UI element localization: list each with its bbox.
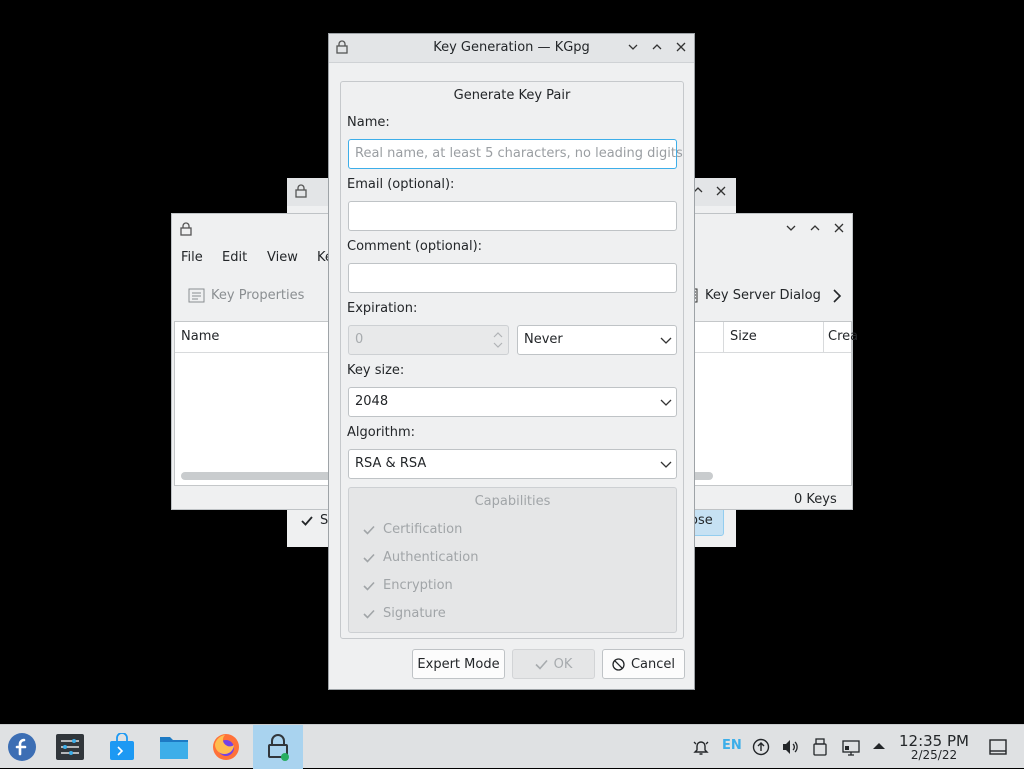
expiration-label: Expiration: <box>347 301 418 316</box>
email-input[interactable] <box>348 201 677 231</box>
algorithm-value: RSA & RSA <box>355 456 427 471</box>
expert-mode-label: Expert Mode <box>417 656 500 672</box>
expiration-value: 0 <box>355 332 364 347</box>
cancel-label: Cancel <box>630 656 676 672</box>
lock-icon <box>267 733 289 761</box>
show-desktop-icon[interactable] <box>989 738 1007 756</box>
menu-edit[interactable]: Edit <box>222 250 247 265</box>
properties-icon <box>188 288 205 303</box>
cancel-button[interactable]: Cancel <box>602 649 685 679</box>
menu-file[interactable]: File <box>181 250 203 265</box>
application-launcher[interactable] <box>0 725 44 769</box>
expiration-unit-value: Never <box>524 332 563 347</box>
key-generation-dialog: Key Generation — KGpg Generate Key Pair … <box>328 33 695 690</box>
key-properties-label: Key Properties <box>211 288 305 303</box>
maximize-icon[interactable] <box>809 222 821 234</box>
spin-arrows-icon <box>493 329 503 351</box>
cancel-icon <box>612 657 625 671</box>
capability-encryption: Encryption <box>363 578 453 593</box>
clock[interactable]: 12:35 PM 2/25/22 <box>894 732 974 762</box>
keyboard-layout-indicator[interactable]: EN <box>722 738 742 753</box>
capabilities-group: Capabilities Certification Authenticatio… <box>348 487 677 633</box>
clock-date: 2/25/22 <box>910 748 958 762</box>
name-label: Name: <box>347 115 390 130</box>
capability-signature: Signature <box>363 606 446 621</box>
key-properties-button[interactable]: Key Properties <box>188 288 304 303</box>
chevron-right-icon[interactable] <box>832 289 842 303</box>
key-server-dialog-button[interactable]: Key Server Dialog <box>689 288 821 303</box>
usb-device-icon[interactable] <box>813 738 827 756</box>
expiration-unit-select[interactable]: Never <box>517 325 677 355</box>
check-icon <box>363 553 375 563</box>
updates-icon[interactable] <box>752 738 770 756</box>
store-bag-icon <box>109 733 135 761</box>
expert-mode-button[interactable]: Expert Mode <box>412 649 505 679</box>
taskbar: EN 12:35 PM 2/25/22 <box>0 724 1024 769</box>
capability-label: Encryption <box>383 578 453 593</box>
algorithm-label: Algorithm: <box>347 425 416 440</box>
name-input[interactable]: Real name, at least 5 characters, no lea… <box>348 139 683 169</box>
capability-label: Signature <box>383 606 446 621</box>
key-size-select[interactable]: 2048 <box>348 387 677 417</box>
check-icon <box>363 609 375 619</box>
ok-button[interactable]: OK <box>512 649 595 679</box>
column-name[interactable]: Name <box>181 329 219 344</box>
capability-certification: Certification <box>363 522 462 537</box>
maximize-icon[interactable] <box>651 41 665 55</box>
capability-label: Certification <box>383 522 463 537</box>
chevron-down-icon <box>660 335 672 345</box>
folder-icon <box>159 734 189 760</box>
column-created[interactable]: Crea <box>828 329 858 344</box>
task-file-manager[interactable] <box>152 725 196 769</box>
settings-sliders-icon <box>56 734 84 760</box>
close-icon[interactable] <box>715 185 727 197</box>
check-icon <box>535 659 548 670</box>
expiration-spinbox: 0 <box>348 325 509 355</box>
checkbox-checked[interactable] <box>300 514 314 528</box>
task-discover[interactable] <box>100 725 144 769</box>
menu-view[interactable]: View <box>267 250 298 265</box>
key-size-value: 2048 <box>355 394 389 409</box>
network-icon[interactable] <box>842 738 860 756</box>
key-size-label: Key size: <box>347 363 405 378</box>
close-icon[interactable] <box>675 41 689 55</box>
column-size[interactable]: Size <box>730 329 757 344</box>
comment-label: Comment (optional): <box>347 239 483 254</box>
task-system-settings[interactable] <box>48 725 92 769</box>
minimize-icon[interactable] <box>785 222 797 234</box>
lock-icon <box>295 184 307 198</box>
email-label: Email (optional): <box>347 177 455 192</box>
chevron-down-icon <box>660 397 672 407</box>
close-icon[interactable] <box>833 222 845 234</box>
minimize-icon[interactable] <box>627 41 641 55</box>
notifications-icon[interactable] <box>692 738 710 756</box>
key-count: 0 Keys <box>794 492 837 507</box>
lock-icon <box>180 222 192 236</box>
group-title: Generate Key Pair <box>453 88 571 103</box>
ok-label: OK <box>553 656 573 672</box>
check-icon <box>363 581 375 591</box>
check-icon <box>363 525 375 535</box>
volume-icon[interactable] <box>781 738 799 756</box>
task-firefox[interactable] <box>204 725 248 769</box>
dialog-titlebar: Key Generation — KGpg <box>329 34 694 63</box>
name-placeholder: Real name, at least 5 characters, no lea… <box>355 146 683 161</box>
fedora-logo-icon <box>7 732 37 762</box>
capabilities-title: Capabilities <box>474 494 551 509</box>
key-server-dialog-label: Key Server Dialog <box>705 288 821 303</box>
chevron-down-icon <box>660 459 672 469</box>
algorithm-select[interactable]: RSA & RSA <box>348 449 677 479</box>
show-hidden-icons-icon[interactable] <box>872 741 886 751</box>
generate-key-pair-group: Generate Key Pair Name: Real name, at le… <box>340 81 684 639</box>
firefox-icon <box>211 732 241 762</box>
capability-label: Authentication <box>383 550 479 565</box>
comment-input[interactable] <box>348 263 677 293</box>
capability-authentication: Authentication <box>363 550 478 565</box>
task-kgpg[interactable] <box>253 725 303 769</box>
